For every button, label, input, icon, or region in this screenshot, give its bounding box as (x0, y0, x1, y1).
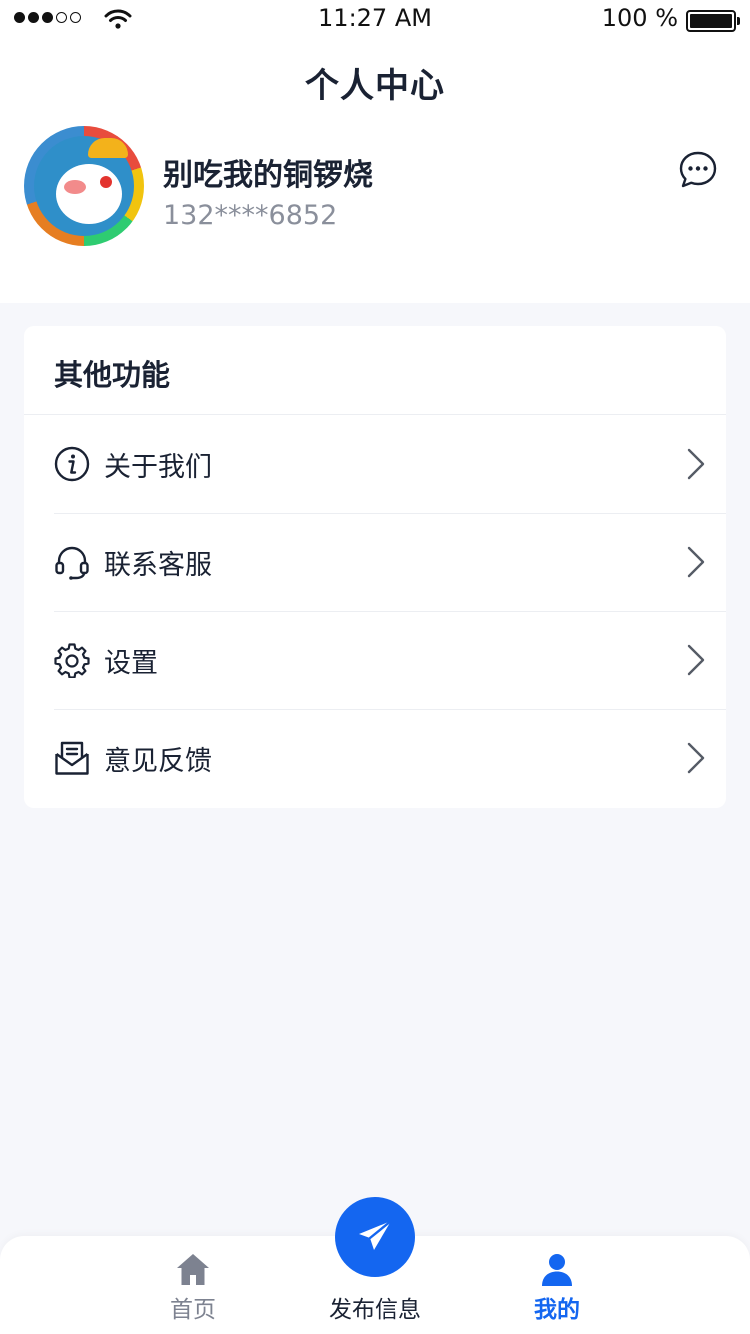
chevron-right-icon (687, 644, 705, 676)
user-name: 别吃我的铜锣烧 (163, 158, 373, 193)
headset-icon (54, 544, 90, 580)
chat-bubble-icon (679, 151, 717, 188)
avatar[interactable] (24, 126, 144, 246)
user-icon (542, 1254, 572, 1286)
gear-icon (54, 642, 90, 678)
chevron-right-icon (687, 546, 705, 578)
tab-home[interactable]: 首页 (118, 1236, 268, 1334)
chevron-right-icon (687, 742, 705, 774)
menu-item-contact-service[interactable]: 联系客服 (54, 513, 726, 611)
tab-home-label: 首页 (170, 1297, 216, 1323)
menu-item-feedback[interactable]: 意见反馈 (54, 709, 726, 807)
status-bar: 11:27 AM 100 % (0, 0, 750, 40)
menu-item-about-us[interactable]: 关于我们 (54, 415, 726, 513)
mail-feedback-icon (54, 740, 90, 776)
tab-mine-label: 我的 (534, 1297, 580, 1323)
message-button[interactable] (678, 150, 718, 190)
menu-item-label: 意见反馈 (104, 745, 212, 777)
user-phone: 132****6852 (163, 200, 338, 231)
menu-item-settings[interactable]: 设置 (54, 611, 726, 709)
paper-plane-icon (359, 1219, 393, 1250)
other-functions-card: 其他功能 关于我们 联系客服 设置 意见反馈 (24, 326, 726, 808)
chevron-right-icon (687, 448, 705, 480)
battery-percent: 100 % (601, 4, 678, 32)
publish-button[interactable] (335, 1197, 415, 1277)
home-icon (177, 1254, 209, 1285)
page-title: 个人中心 (305, 66, 445, 106)
card-title: 其他功能 (54, 358, 171, 392)
info-icon (54, 446, 90, 482)
menu-item-label: 设置 (104, 647, 158, 679)
tab-mine[interactable]: 我的 (482, 1236, 632, 1334)
menu-item-label: 关于我们 (104, 451, 212, 483)
menu-item-label: 联系客服 (104, 549, 212, 581)
battery-icon (686, 10, 740, 32)
publish-label[interactable]: 发布信息 (295, 1290, 455, 1324)
